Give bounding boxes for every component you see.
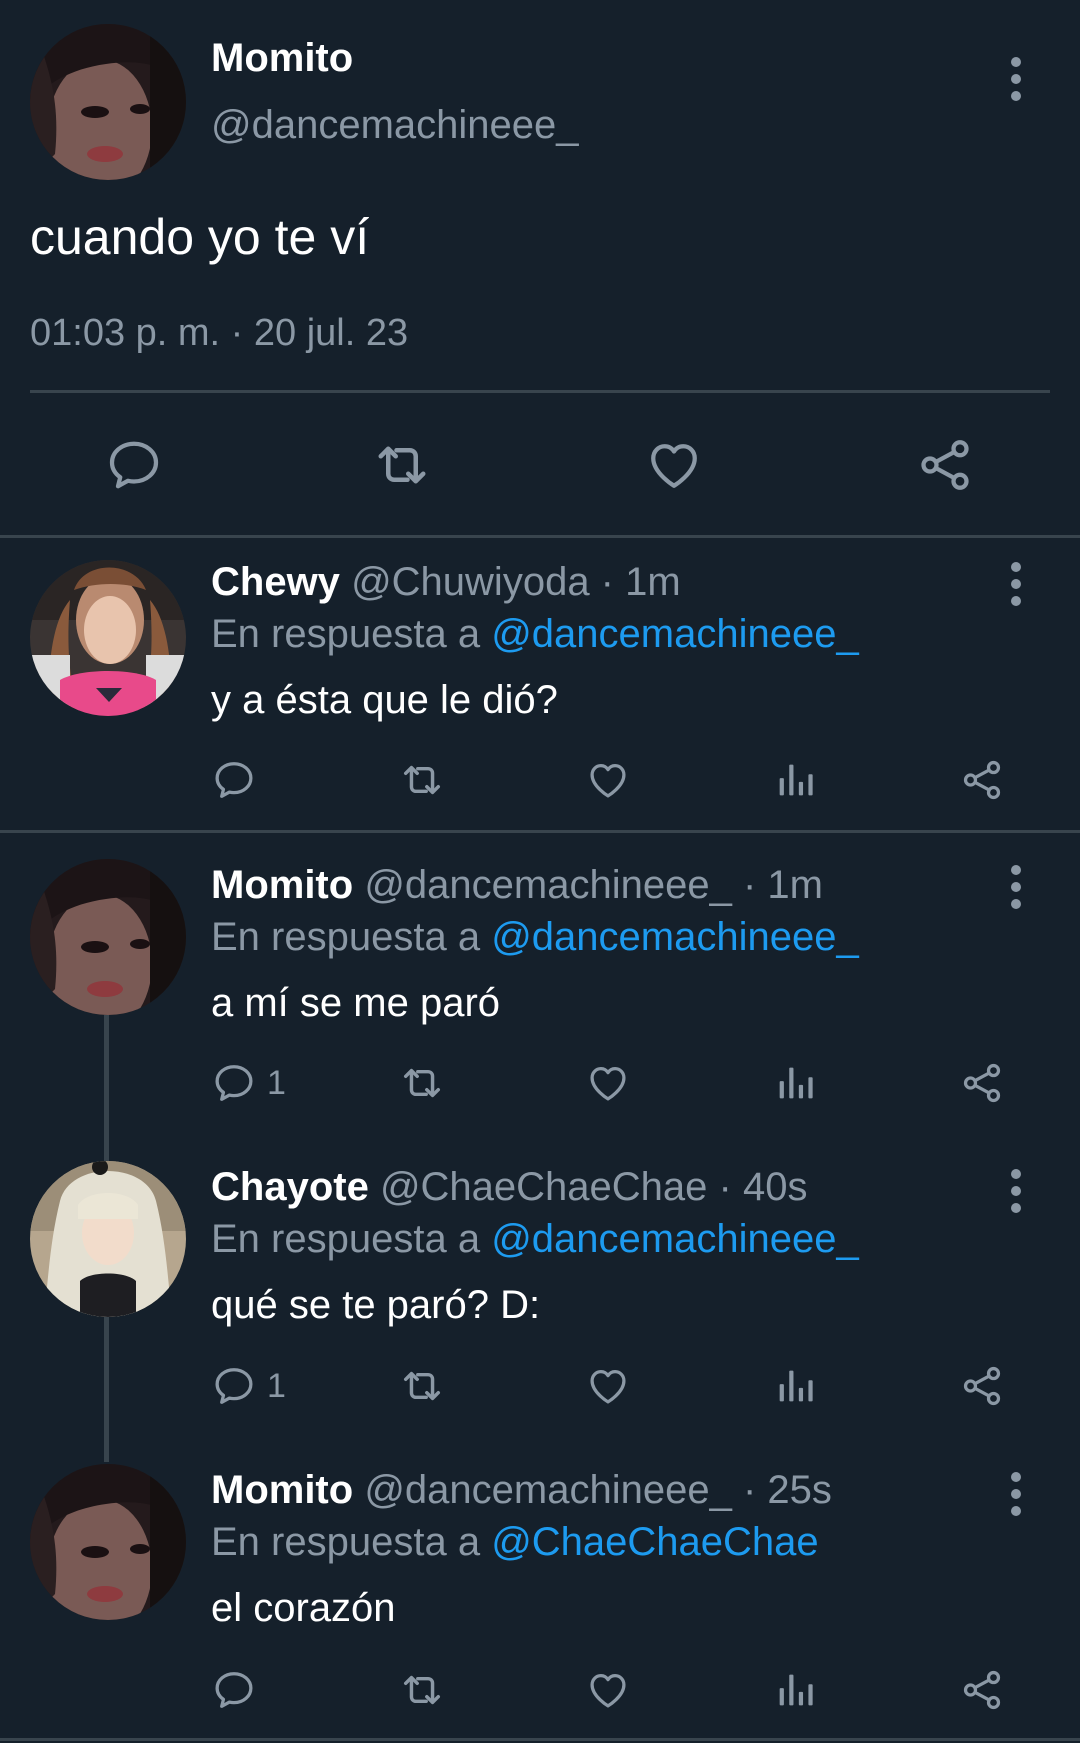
stats-icon — [772, 1363, 818, 1409]
more-options-icon[interactable] — [1011, 562, 1023, 610]
retweet-icon[interactable] — [372, 435, 432, 495]
share-icon — [959, 1667, 1005, 1713]
replying-to-prefix: En respuesta a — [211, 1520, 492, 1564]
retweet-icon — [399, 1667, 445, 1713]
like-button[interactable] — [585, 756, 631, 804]
reply-text: y a ésta que le dió? — [211, 678, 558, 722]
reply-button[interactable]: 1 — [211, 1059, 286, 1107]
like-icon — [585, 1060, 631, 1106]
reply-header: Momito @dancemachineee_ · 25s — [211, 1468, 832, 1513]
reply-button[interactable] — [211, 1666, 267, 1714]
share-button[interactable] — [959, 1362, 1005, 1410]
retweet-icon — [399, 1060, 445, 1106]
user-handle[interactable]: @dancemachineee_ — [211, 103, 579, 148]
replying-to: En respuesta a @dancemachineee_ — [211, 1217, 859, 1262]
reply-icon[interactable] — [104, 435, 164, 495]
stats-icon — [772, 1667, 818, 1713]
replying-to-prefix: En respuesta a — [211, 1217, 492, 1261]
share-icon — [959, 1060, 1005, 1106]
more-options-icon[interactable] — [1011, 57, 1023, 105]
divider — [0, 830, 1080, 833]
display-name[interactable]: Chewy — [211, 560, 340, 604]
display-name[interactable]: Momito — [211, 863, 353, 907]
reply-tweet[interactable]: Chewy @Chuwiyoda · 1m En respuesta a @da… — [0, 560, 1080, 860]
reply-header: Chewy @Chuwiyoda · 1m — [211, 560, 681, 605]
mention-link[interactable]: @dancemachineee_ — [491, 612, 859, 656]
stats-button[interactable] — [772, 1666, 818, 1714]
retweet-icon — [399, 757, 445, 803]
reply-tweet[interactable]: Momito @dancemachineee_ · 1m En respuest… — [0, 855, 1080, 1155]
avatar[interactable] — [30, 560, 186, 716]
avatar[interactable] — [30, 24, 186, 180]
reply-text: a mí se me paró — [211, 981, 501, 1025]
display-name[interactable]: Momito — [211, 1468, 353, 1512]
retweet-button[interactable] — [399, 756, 445, 804]
like-button[interactable] — [585, 1666, 631, 1714]
more-options-icon[interactable] — [1011, 1169, 1023, 1217]
retweet-icon — [399, 1363, 445, 1409]
reply-button[interactable] — [211, 756, 267, 804]
share-icon[interactable] — [915, 435, 975, 495]
reply-text: el corazón — [211, 1586, 396, 1630]
like-icon[interactable] — [644, 435, 704, 495]
reply-count: 1 — [267, 1063, 286, 1102]
replying-to-prefix: En respuesta a — [211, 915, 492, 959]
handle-and-time[interactable]: @dancemachineee_ · 1m — [364, 863, 823, 907]
tweet-timestamp[interactable]: 01:03 p. m. · 20 jul. 23 — [30, 312, 408, 355]
reply-header: Momito @dancemachineee_ · 1m — [211, 863, 823, 908]
reply-icon — [211, 1667, 257, 1713]
mention-link[interactable]: @dancemachineee_ — [491, 1217, 859, 1261]
like-button[interactable] — [585, 1059, 631, 1107]
stats-icon — [772, 757, 818, 803]
reply-icon — [211, 1363, 257, 1409]
handle-and-time[interactable]: @dancemachineee_ · 25s — [364, 1468, 832, 1512]
display-name[interactable]: Chayote — [211, 1165, 369, 1209]
avatar[interactable] — [30, 859, 186, 1015]
retweet-button[interactable] — [399, 1666, 445, 1714]
divider — [0, 1738, 1080, 1741]
reply-text: qué se te paró? D: — [211, 1283, 541, 1327]
share-icon — [959, 757, 1005, 803]
like-button[interactable] — [585, 1362, 631, 1410]
reply-icon — [211, 757, 257, 803]
divider — [0, 535, 1080, 538]
reply-tweet[interactable]: Momito @dancemachineee_ · 25s En respues… — [0, 1460, 1080, 1743]
mention-link[interactable]: @dancemachineee_ — [491, 915, 859, 959]
reply-button[interactable]: 1 — [211, 1362, 286, 1410]
retweet-button[interactable] — [399, 1362, 445, 1410]
reply-header: Chayote @ChaeChaeChae · 40s — [211, 1165, 807, 1210]
mention-link[interactable]: @ChaeChaeChae — [491, 1520, 818, 1564]
retweet-button[interactable] — [399, 1059, 445, 1107]
replying-to: En respuesta a @dancemachineee_ — [211, 612, 859, 657]
share-button[interactable] — [959, 1059, 1005, 1107]
reply-count: 1 — [267, 1366, 286, 1405]
share-button[interactable] — [959, 1666, 1005, 1714]
like-icon — [585, 757, 631, 803]
like-icon — [585, 1667, 631, 1713]
like-icon — [585, 1363, 631, 1409]
tweet-text: cuando yo te ví — [30, 209, 370, 265]
stats-button[interactable] — [772, 1362, 818, 1410]
stats-icon — [772, 1060, 818, 1106]
stats-button[interactable] — [772, 1059, 818, 1107]
stats-button[interactable] — [772, 756, 818, 804]
handle-and-time[interactable]: @Chuwiyoda · 1m — [351, 560, 681, 604]
replying-to-prefix: En respuesta a — [211, 612, 492, 656]
reply-icon — [211, 1060, 257, 1106]
divider — [30, 390, 1050, 393]
replying-to: En respuesta a @ChaeChaeChae — [211, 1520, 819, 1565]
handle-and-time[interactable]: @ChaeChaeChae · 40s — [380, 1165, 808, 1209]
avatar[interactable] — [30, 1464, 186, 1620]
replying-to: En respuesta a @dancemachineee_ — [211, 915, 859, 960]
reply-tweet[interactable]: Chayote @ChaeChaeChae · 40s En respuesta… — [0, 1160, 1080, 1460]
share-icon — [959, 1363, 1005, 1409]
avatar[interactable] — [30, 1161, 186, 1317]
main-tweet: Momito @dancemachineee_ cuando yo te ví … — [0, 0, 1080, 537]
display-name[interactable]: Momito — [211, 36, 353, 81]
share-button[interactable] — [959, 756, 1005, 804]
more-options-icon[interactable] — [1011, 1472, 1023, 1520]
more-options-icon[interactable] — [1011, 865, 1023, 913]
